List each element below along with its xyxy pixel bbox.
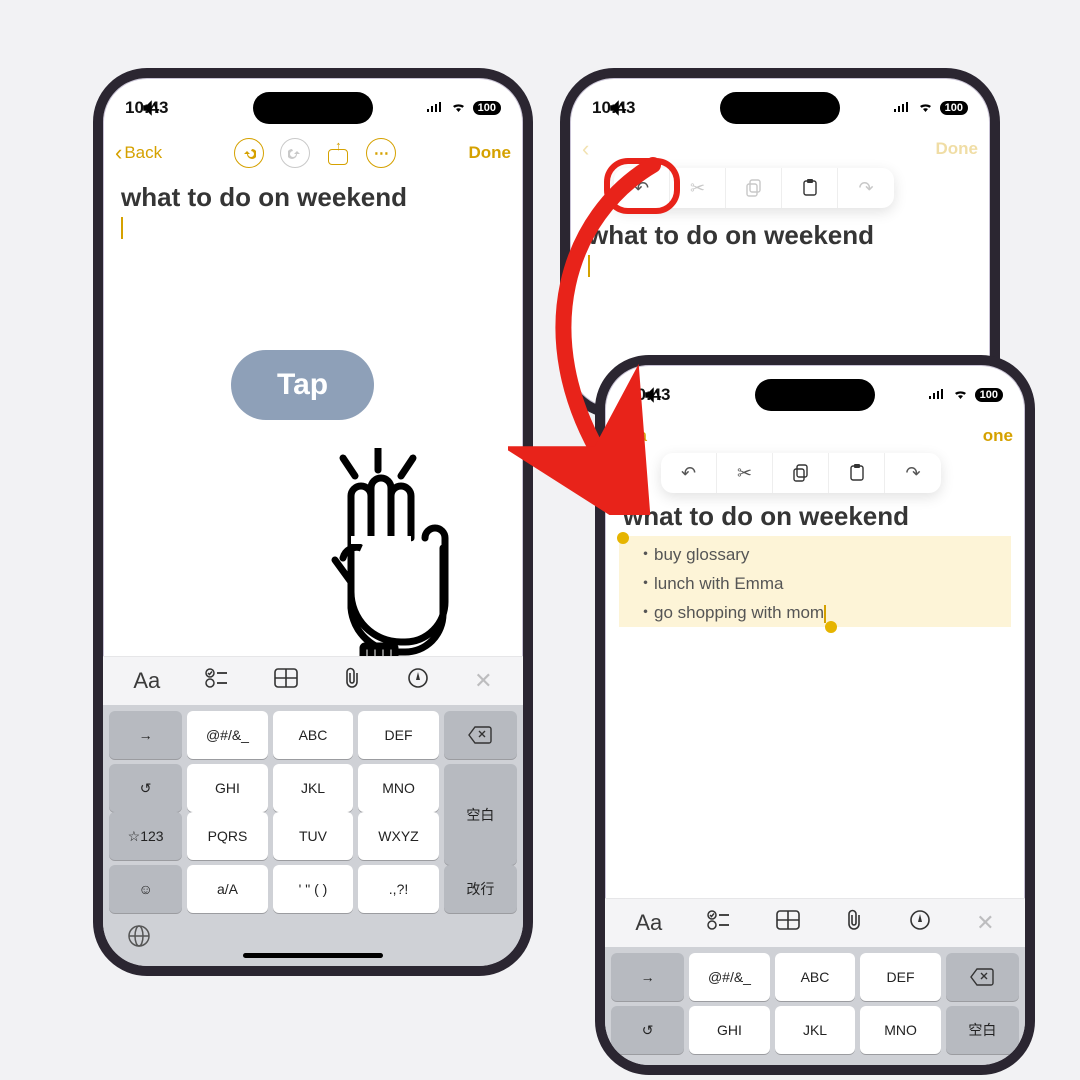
phone-mockup-3: 10:43 100 ‹Ba one ↶ ✂ ↷ what to do on we…: [595, 355, 1035, 1075]
list-item: ・buy glossary: [637, 538, 993, 567]
paste-action[interactable]: [782, 168, 838, 208]
close-keyboard-button[interactable]: ✕: [976, 910, 994, 936]
phone-mockup-1: 10:43 100 ‹ Back: [93, 68, 533, 976]
home-indicator: [243, 953, 383, 958]
format-bar: Aa ✕: [605, 898, 1025, 947]
note-title[interactable]: what to do on weekend: [103, 176, 523, 217]
key-backspace[interactable]: [946, 953, 1019, 1001]
key[interactable]: MNO: [358, 764, 439, 812]
selection-handle-icon[interactable]: [617, 532, 629, 544]
keyboard: → @#/&_ ABC DEF ↺ GHI JKL MNO 空白: [605, 947, 1025, 1065]
key-space[interactable]: 空白: [946, 1006, 1019, 1054]
checklist-button[interactable]: [707, 910, 731, 936]
chevron-left-icon: ‹: [115, 142, 122, 164]
key[interactable]: .,?!: [358, 865, 439, 913]
paste-action[interactable]: [829, 453, 885, 493]
attachment-button[interactable]: [845, 909, 865, 937]
highlight-oval: [604, 158, 680, 214]
table-button[interactable]: [274, 668, 298, 694]
back-button[interactable]: ‹Ba: [617, 425, 647, 447]
copy-action[interactable]: [726, 168, 782, 208]
key[interactable]: MNO: [860, 1006, 941, 1054]
signal-icon: [893, 101, 911, 116]
cut-action[interactable]: ✂: [717, 453, 773, 493]
notch: [755, 379, 875, 411]
key-backspace[interactable]: [444, 711, 517, 759]
key-emoji[interactable]: ☺: [109, 865, 182, 913]
key-undo[interactable]: ↺: [109, 764, 182, 812]
done-button[interactable]: one: [983, 426, 1013, 446]
text-format-button[interactable]: Aa: [133, 668, 160, 694]
key[interactable]: PQRS: [187, 812, 268, 860]
undo-action[interactable]: ↶: [661, 453, 717, 493]
key[interactable]: ABC: [273, 711, 354, 759]
key[interactable]: @#/&_: [187, 711, 268, 759]
battery-icon: 100: [940, 101, 968, 115]
key[interactable]: WXYZ: [358, 812, 439, 860]
markup-button[interactable]: [407, 667, 429, 695]
tap-instruction-badge: Tap: [231, 350, 374, 420]
done-button[interactable]: Done: [935, 139, 978, 159]
key[interactable]: DEF: [860, 953, 941, 1001]
redo-action[interactable]: ↷: [838, 168, 894, 208]
key[interactable]: ABC: [775, 953, 856, 1001]
copy-action[interactable]: [773, 453, 829, 493]
key[interactable]: DEF: [358, 711, 439, 759]
markup-button[interactable]: [909, 909, 931, 937]
silent-icon: [645, 387, 661, 408]
battery-icon: 100: [473, 101, 501, 115]
key[interactable]: ' " ( ): [273, 865, 354, 913]
key-next[interactable]: →: [611, 953, 684, 1001]
key[interactable]: JKL: [775, 1006, 856, 1054]
list-item: ・go shopping with mom: [637, 596, 993, 625]
back-button[interactable]: ‹ Back: [115, 142, 162, 164]
wifi-icon: [952, 388, 969, 403]
key[interactable]: @#/&_: [689, 953, 770, 1001]
key-next[interactable]: →: [109, 711, 182, 759]
redo-button[interactable]: [280, 138, 310, 168]
signal-icon: [928, 388, 946, 403]
attachment-button[interactable]: [343, 667, 363, 695]
format-bar: Aa ✕: [103, 656, 523, 705]
keyboard: → @#/&_ ABC DEF ↺ GHI JKL MNO 空白 ☆123 PQ…: [103, 705, 523, 966]
silent-icon: [143, 100, 159, 119]
arrow-up-icon: ↑: [335, 138, 342, 153]
silent-icon: [610, 100, 626, 121]
share-button[interactable]: ↑: [326, 141, 350, 165]
text-format-button[interactable]: Aa: [635, 910, 662, 936]
redo-action[interactable]: ↷: [885, 453, 941, 493]
notch: [253, 92, 373, 124]
key-return[interactable]: 改行: [444, 865, 517, 913]
note-body[interactable]: [103, 217, 523, 241]
key[interactable]: GHI: [689, 1006, 770, 1054]
key[interactable]: TUV: [273, 812, 354, 860]
back-button[interactable]: ‹: [582, 138, 589, 160]
key-123[interactable]: ☆123: [109, 812, 182, 860]
edit-toolbar: ↶ ✂ ↷: [661, 453, 941, 493]
battery-icon: 100: [975, 388, 1003, 402]
wifi-icon: [450, 101, 467, 116]
checklist-button[interactable]: [205, 668, 229, 694]
key-undo[interactable]: ↺: [611, 1006, 684, 1054]
notch: [720, 92, 840, 124]
more-button[interactable]: ⋯: [366, 138, 396, 168]
selection-handle-icon[interactable]: [825, 621, 837, 633]
key[interactable]: GHI: [187, 764, 268, 812]
table-button[interactable]: [776, 910, 800, 936]
key[interactable]: a/A: [187, 865, 268, 913]
wifi-icon: [917, 101, 934, 116]
list-item: ・lunch with Emma: [637, 567, 993, 596]
undo-button[interactable]: [234, 138, 264, 168]
three-finger-tap-icon: [303, 448, 453, 668]
selected-text[interactable]: ・buy glossary ・lunch with Emma ・go shopp…: [619, 536, 1011, 627]
done-button[interactable]: Done: [469, 143, 512, 163]
close-keyboard-button[interactable]: ✕: [474, 668, 492, 694]
notes-topbar: ‹ Back ↑ ⋯ Done: [103, 128, 523, 176]
key[interactable]: JKL: [273, 764, 354, 812]
signal-icon: [426, 101, 444, 116]
globe-icon[interactable]: [127, 924, 151, 954]
note-body[interactable]: [570, 255, 990, 279]
